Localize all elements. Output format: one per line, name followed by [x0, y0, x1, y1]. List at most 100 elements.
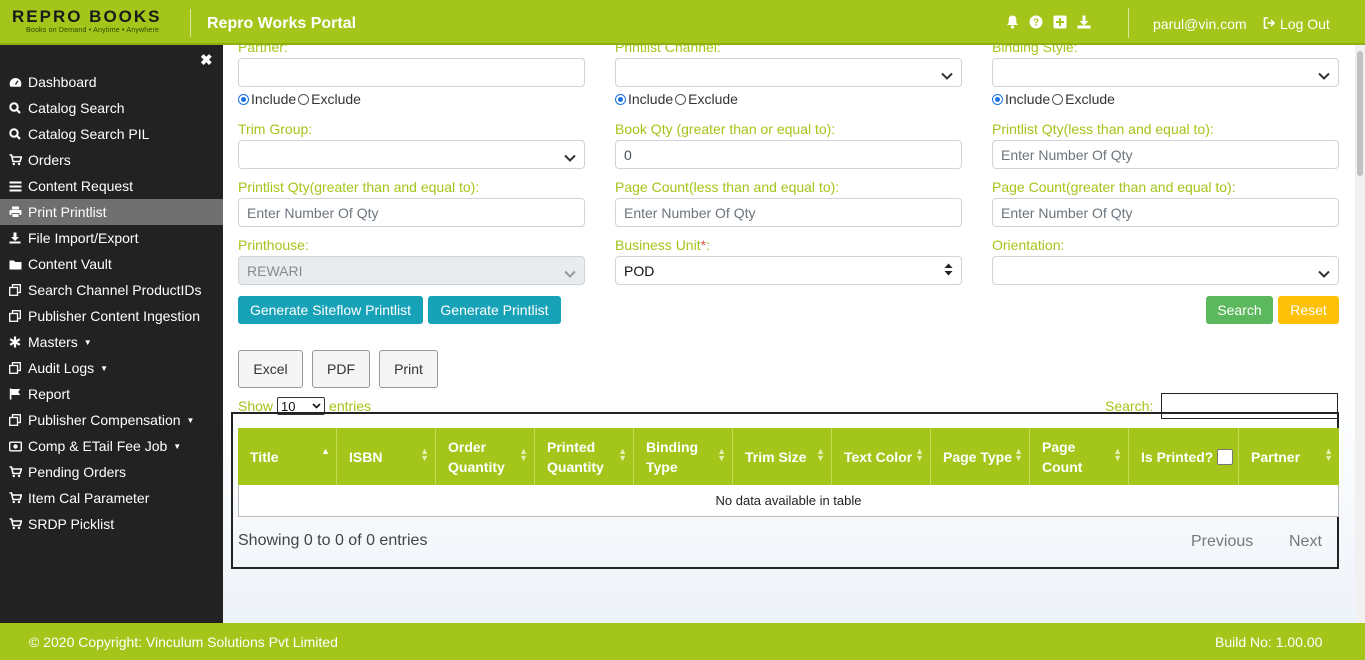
- column-header-label: Text Color: [844, 448, 913, 465]
- folder-icon: [8, 257, 22, 271]
- sort-icon: ▲ ▼: [420, 446, 429, 463]
- user-email[interactable]: parul@vin.com: [1153, 16, 1247, 32]
- flag-icon: [8, 387, 22, 401]
- exclude-radio[interactable]: [675, 93, 687, 105]
- partner-include-exclude: Include Exclude: [238, 91, 361, 107]
- sidebar-item-catalog-search-pil[interactable]: Catalog Search PIL: [0, 121, 223, 147]
- help-icon[interactable]: ?: [1029, 15, 1043, 29]
- sidebar-item-orders[interactable]: Orders: [0, 147, 223, 173]
- orientation-select[interactable]: [992, 256, 1339, 285]
- sidebar-item-pending-orders[interactable]: Pending Orders: [0, 459, 223, 485]
- footer: © 2020 Copyright: Vinculum Solutions Pvt…: [0, 623, 1365, 660]
- column-header-label: Partner: [1251, 448, 1301, 465]
- logo-tagline: Books on Demand • Anytime • Anywhere: [26, 27, 160, 34]
- column-header-printed-quantity[interactable]: Printed Quantity ▲ ▼: [535, 428, 634, 485]
- exclude-label: Exclude: [688, 91, 738, 107]
- column-header-title[interactable]: Title ▲: [238, 428, 337, 485]
- column-header-text-color[interactable]: Text Color ▲ ▼: [832, 428, 931, 485]
- app-title[interactable]: Repro Works Portal: [207, 15, 356, 33]
- sidebar-item-dashboard[interactable]: Dashboard: [0, 69, 223, 95]
- sidebar-item-label: Report: [28, 386, 71, 402]
- column-header-isbn[interactable]: ISBN ▲ ▼: [337, 428, 436, 485]
- sort-icon: ▲ ▼: [1324, 446, 1333, 463]
- include-radio[interactable]: [992, 93, 1003, 105]
- printhouse-select[interactable]: REWARI: [238, 256, 585, 285]
- column-header-order-quantity[interactable]: Order Quantity ▲ ▼: [436, 428, 535, 485]
- sidebar-item-publisher-content-ingestion[interactable]: Publisher Content Ingestion: [0, 303, 223, 329]
- sidebar-item-comp-etail-fee-job[interactable]: Comp & ETail Fee Job ▼: [0, 433, 223, 459]
- partner-input[interactable]: [238, 58, 585, 87]
- close-icon[interactable]: ✖: [200, 51, 213, 69]
- asterisk-icon: [8, 335, 22, 349]
- sidebar-item-content-request[interactable]: Content Request: [0, 173, 223, 199]
- page-count-le-input[interactable]: Enter Number Of Qty: [615, 198, 962, 227]
- binding-style-select[interactable]: [992, 58, 1339, 87]
- sidebar-item-content-vault[interactable]: Content Vault: [0, 251, 223, 277]
- excel-button[interactable]: Excel: [238, 350, 303, 388]
- sidebar-item-print-printlist[interactable]: Print Printlist: [0, 199, 223, 225]
- print-button[interactable]: Print: [379, 350, 438, 388]
- sidebar-item-publisher-compensation[interactable]: Publisher Compensation ▼: [0, 407, 223, 433]
- plus-square-icon[interactable]: [1053, 15, 1067, 29]
- sidebar-item-audit-logs[interactable]: Audit Logs ▼: [0, 355, 223, 381]
- printhouse-value: REWARI: [247, 263, 303, 279]
- generate-siteflow-printlist-button[interactable]: Generate Siteflow Printlist: [238, 296, 423, 324]
- next-button[interactable]: Next: [1289, 533, 1322, 551]
- book-qty-input[interactable]: 0: [615, 140, 962, 169]
- sort-icon: ▲ ▼: [915, 446, 924, 463]
- pdf-button[interactable]: PDF: [312, 350, 370, 388]
- header-divider: [190, 9, 191, 37]
- vertical-scrollbar[interactable]: [1355, 45, 1365, 623]
- sidebar-item-srdp-picklist[interactable]: SRDP Picklist: [0, 511, 223, 537]
- chevron-down-icon: ▼: [173, 441, 182, 451]
- sidebar-item-search-channel-productids[interactable]: Search Channel ProductIDs: [0, 277, 223, 303]
- page-count-ge-input[interactable]: Enter Number Of Qty: [992, 198, 1339, 227]
- previous-button[interactable]: Previous: [1191, 533, 1253, 551]
- printlist-qty-le-input[interactable]: Enter Number Of Qty: [992, 140, 1339, 169]
- cart-icon: [8, 491, 22, 505]
- is-printed-checkbox[interactable]: [1217, 448, 1234, 465]
- column-header-partner[interactable]: Partner ▲ ▼: [1239, 428, 1339, 485]
- list-icon: [8, 179, 22, 193]
- generate-printlist-button[interactable]: Generate Printlist: [428, 296, 561, 324]
- table-header: Title ▲ ISBN ▲ ▼ Order Quantity ▲ ▼ Printe…: [238, 428, 1339, 485]
- printlist-qty-ge-input[interactable]: Enter Number Of Qty: [238, 198, 585, 227]
- sidebar-item-file-import-export[interactable]: File Import/Export: [0, 225, 223, 251]
- chevron-down-icon: [564, 149, 576, 165]
- trim-group-select[interactable]: [238, 140, 585, 169]
- column-header-trim-size[interactable]: Trim Size ▲ ▼: [733, 428, 832, 485]
- sidebar-item-label: Orders: [28, 152, 71, 168]
- dashboard-icon: [8, 75, 22, 89]
- sidebar-item-report[interactable]: Report: [0, 381, 223, 407]
- exclude-radio[interactable]: [298, 93, 310, 105]
- sidebar-item-label: SRDP Picklist: [28, 516, 115, 532]
- logout-link[interactable]: Log Out: [1263, 16, 1330, 32]
- download-icon[interactable]: [1077, 15, 1091, 29]
- exclude-radio[interactable]: [1052, 93, 1064, 105]
- chevron-down-icon: [312, 403, 321, 409]
- scrollbar-thumb[interactable]: [1357, 51, 1363, 176]
- sidebar-item-label: Item Cal Parameter: [28, 490, 150, 506]
- include-radio[interactable]: [238, 93, 249, 105]
- business-unit-select[interactable]: POD: [615, 256, 962, 285]
- search-button[interactable]: Search: [1206, 296, 1273, 324]
- include-radio[interactable]: [615, 93, 626, 105]
- column-header-label: Page Type: [943, 448, 1012, 465]
- chevron-down-icon: ▼: [186, 415, 195, 425]
- column-header-page-count[interactable]: Page Count ▲ ▼: [1030, 428, 1129, 485]
- header-divider: [1128, 8, 1129, 38]
- reset-button[interactable]: Reset: [1278, 296, 1339, 324]
- sort-icon: ▲ ▼: [717, 446, 726, 463]
- chevron-down-icon: [564, 265, 576, 281]
- sidebar-item-masters[interactable]: Masters ▼: [0, 329, 223, 355]
- sidebar-item-item-cal-parameter[interactable]: Item Cal Parameter: [0, 485, 223, 511]
- printlist-channel-select[interactable]: [615, 58, 962, 87]
- business-unit-label: Business Unit*:: [615, 237, 710, 253]
- bell-icon[interactable]: [1005, 15, 1019, 29]
- column-header-is-printed[interactable]: Is Printed?: [1129, 428, 1239, 485]
- chevron-down-icon: [1318, 67, 1330, 83]
- sidebar-item-catalog-search[interactable]: Catalog Search: [0, 95, 223, 121]
- repro-books-logo[interactable]: REPRO BOOKS Books on Demand • Anytime • …: [12, 8, 180, 38]
- column-header-binding-type[interactable]: Binding Type ▲ ▼: [634, 428, 733, 485]
- column-header-page-type[interactable]: Page Type ▲ ▼: [931, 428, 1030, 485]
